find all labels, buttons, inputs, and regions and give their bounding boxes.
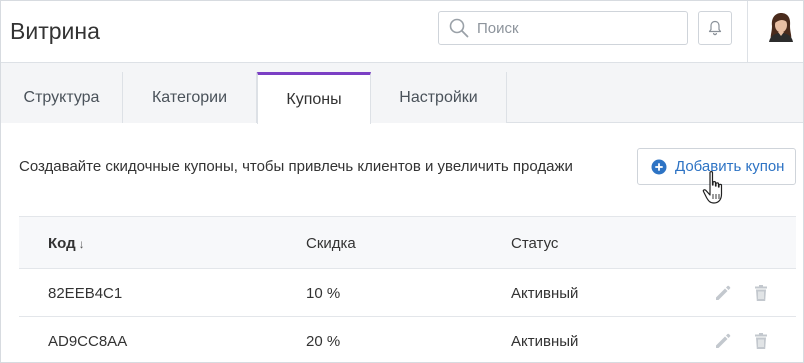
coupon-status: Активный <box>511 285 579 302</box>
bell-icon <box>708 20 722 36</box>
sort-arrow-icon: ↓ <box>78 237 85 251</box>
header-divider <box>747 1 748 63</box>
tab-coupons[interactable]: Купоны <box>257 72 371 124</box>
search-input[interactable] <box>477 19 677 37</box>
add-coupon-label: Добавить купон <box>675 158 785 175</box>
tab-structure[interactable]: Структура <box>1 72 123 123</box>
app-window: Витрина Структура Категории Купон <box>0 0 804 363</box>
column-header-discount: Скидка <box>306 235 356 252</box>
trash-icon[interactable] <box>751 283 771 303</box>
notifications-button[interactable] <box>698 11 732 45</box>
pencil-icon[interactable] <box>713 331 733 351</box>
tabs-bar: Структура Категории Купоны Настройки <box>1 63 803 124</box>
column-header-status: Статус <box>511 235 559 252</box>
avatar[interactable] <box>767 12 795 42</box>
trash-icon[interactable] <box>751 331 771 351</box>
table-row: 82EEB4C1 10 % Активный <box>19 269 796 317</box>
search-box[interactable] <box>438 11 688 45</box>
plus-circle-icon <box>651 159 667 174</box>
coupon-code: AD9CC8AA <box>48 333 128 350</box>
coupon-code: 82EEB4C1 <box>48 285 123 302</box>
top-header: Витрина <box>1 1 803 63</box>
search-icon <box>449 18 469 38</box>
coupon-status: Активный <box>511 333 579 350</box>
table-row: AD9CC8AA 20 % Активный <box>19 317 796 362</box>
column-header-code[interactable]: Код ↓ <box>48 235 85 252</box>
coupon-discount: 20 % <box>306 333 341 350</box>
coupons-description: Создавайте скидочные купоны, чтобы привл… <box>19 158 573 175</box>
table-header: Код ↓ Скидка Статус <box>19 216 796 269</box>
page-title: Витрина <box>10 18 100 44</box>
coupon-discount: 10 % <box>306 285 341 302</box>
pencil-icon[interactable] <box>713 283 733 303</box>
tab-categories[interactable]: Категории <box>123 72 257 123</box>
coupons-table: Код ↓ Скидка Статус 82EEB4C1 10 % Активны… <box>19 216 796 362</box>
tab-settings[interactable]: Настройки <box>371 72 507 123</box>
add-coupon-button[interactable]: Добавить купон <box>637 148 796 185</box>
